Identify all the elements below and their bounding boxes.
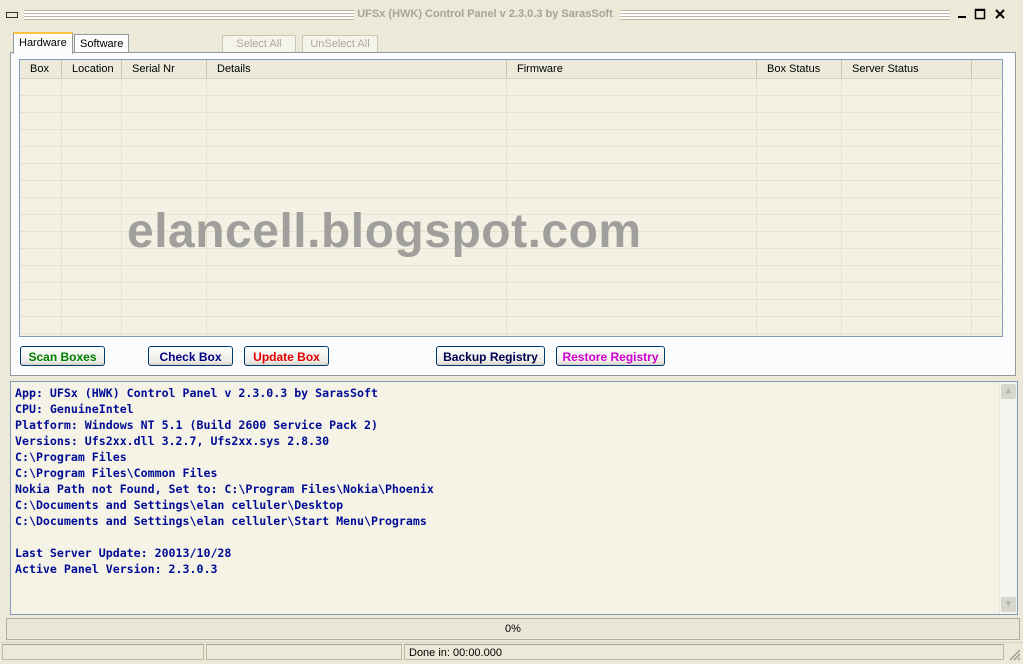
column-header-firmware[interactable]: Firmware bbox=[507, 60, 757, 78]
log-line: Platform: Windows NT 5.1 (Build 2600 Ser… bbox=[15, 418, 378, 432]
log-line: Active Panel Version: 2.3.0.3 bbox=[15, 562, 218, 576]
column-header-box[interactable]: Box bbox=[20, 60, 62, 78]
unselect-all-button[interactable]: UnSelect All bbox=[302, 35, 378, 53]
status-cell-2 bbox=[206, 644, 402, 660]
resize-grip-icon[interactable] bbox=[1007, 647, 1021, 661]
progress-label: 0% bbox=[505, 623, 521, 635]
box-grid[interactable]: Box Location Serial Nr Details Firmware … bbox=[19, 59, 1003, 337]
log-line: App: UFSx (HWK) Control Panel v 2.3.0.3 … bbox=[15, 386, 378, 400]
check-box-button[interactable]: Check Box bbox=[148, 346, 233, 366]
column-header-server-status[interactable]: Server Status bbox=[842, 60, 972, 78]
progress-bar: 0% bbox=[6, 618, 1020, 640]
update-box-button[interactable]: Update Box bbox=[244, 346, 329, 366]
log-line: Last Server Update: 20013/10/28 bbox=[15, 546, 232, 560]
log-line: C:\Program Files bbox=[15, 450, 127, 464]
column-header-location[interactable]: Location bbox=[62, 60, 122, 78]
status-cell-1 bbox=[2, 644, 204, 660]
status-done-in: Done in: 00:00.000 bbox=[404, 644, 1004, 660]
log-line: CPU: GenuineIntel bbox=[15, 402, 134, 416]
select-all-button[interactable]: Select All bbox=[222, 35, 296, 53]
title-bar: UFSx (HWK) Control Panel v 2.3.0.3 by Sa… bbox=[0, 0, 1023, 30]
log-lines: App: UFSx (HWK) Control Panel v 2.3.0.3 … bbox=[15, 385, 434, 577]
column-header-box-status[interactable]: Box Status bbox=[757, 60, 842, 78]
scan-boxes-button[interactable]: Scan Boxes bbox=[20, 346, 105, 366]
system-menu-icon[interactable] bbox=[6, 12, 18, 18]
column-header-serial-nr[interactable]: Serial Nr bbox=[122, 60, 207, 78]
hardware-panel: Box Location Serial Nr Details Firmware … bbox=[10, 52, 1016, 376]
status-bar: Done in: 00:00.000 bbox=[0, 642, 1023, 662]
log-line: C:\Program Files\Common Files bbox=[15, 466, 218, 480]
maximize-icon[interactable] bbox=[972, 6, 988, 22]
backup-registry-button[interactable]: Backup Registry bbox=[436, 346, 545, 366]
scroll-up-icon[interactable]: ▲ bbox=[1001, 384, 1016, 399]
log-textbox[interactable]: App: UFSx (HWK) Control Panel v 2.3.0.3 … bbox=[10, 381, 1018, 615]
log-scrollbar[interactable]: ▲ ▼ bbox=[999, 382, 1017, 614]
tab-software[interactable]: Software bbox=[74, 34, 130, 53]
grid-body bbox=[20, 79, 1002, 336]
minimize-icon[interactable] bbox=[954, 6, 970, 22]
scroll-down-icon[interactable]: ▼ bbox=[1001, 597, 1016, 612]
title-stripes-left bbox=[24, 10, 354, 20]
tab-control: Hardware Software Select All UnSelect Al… bbox=[10, 32, 1016, 376]
column-header-details[interactable]: Details bbox=[207, 60, 507, 78]
tab-hardware[interactable]: Hardware bbox=[13, 32, 73, 54]
log-line: C:\Documents and Settings\elan celluler\… bbox=[15, 498, 344, 512]
grid-header: Box Location Serial Nr Details Firmware … bbox=[20, 60, 1002, 79]
close-icon[interactable] bbox=[992, 6, 1008, 22]
log-line: C:\Documents and Settings\elan celluler\… bbox=[15, 514, 427, 528]
window-title: UFSx (HWK) Control Panel v 2.3.0.3 by Sa… bbox=[357, 8, 613, 20]
restore-registry-button[interactable]: Restore Registry bbox=[556, 346, 665, 366]
title-stripes-right bbox=[620, 10, 950, 20]
log-line: Versions: Ufs2xx.dll 3.2.7, Ufs2xx.sys 2… bbox=[15, 434, 330, 448]
log-line: Nokia Path not Found, Set to: C:\Program… bbox=[15, 482, 434, 496]
